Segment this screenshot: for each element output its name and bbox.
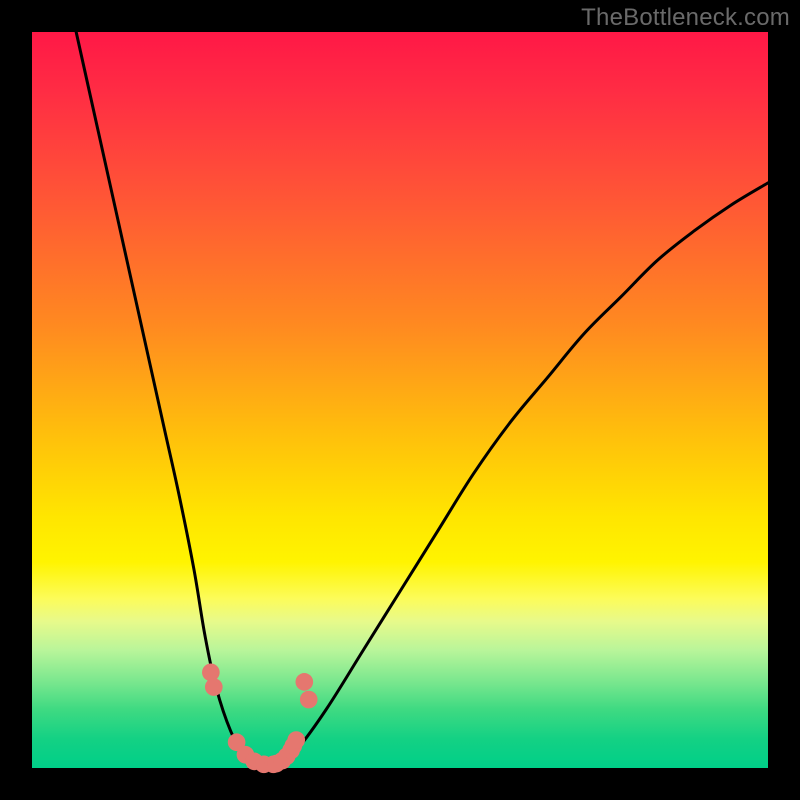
chart-frame: TheBottleneck.com (0, 0, 800, 800)
curve-marker (205, 678, 223, 696)
curve-marker (295, 673, 313, 691)
curve-marker (300, 691, 318, 709)
curve-marker (202, 663, 220, 681)
curve-markers (202, 663, 318, 773)
bottleneck-curve (76, 32, 768, 765)
watermark-text: TheBottleneck.com (581, 4, 790, 32)
curve-layer (32, 32, 768, 768)
curve-marker (287, 731, 305, 749)
plot-area (32, 32, 768, 768)
